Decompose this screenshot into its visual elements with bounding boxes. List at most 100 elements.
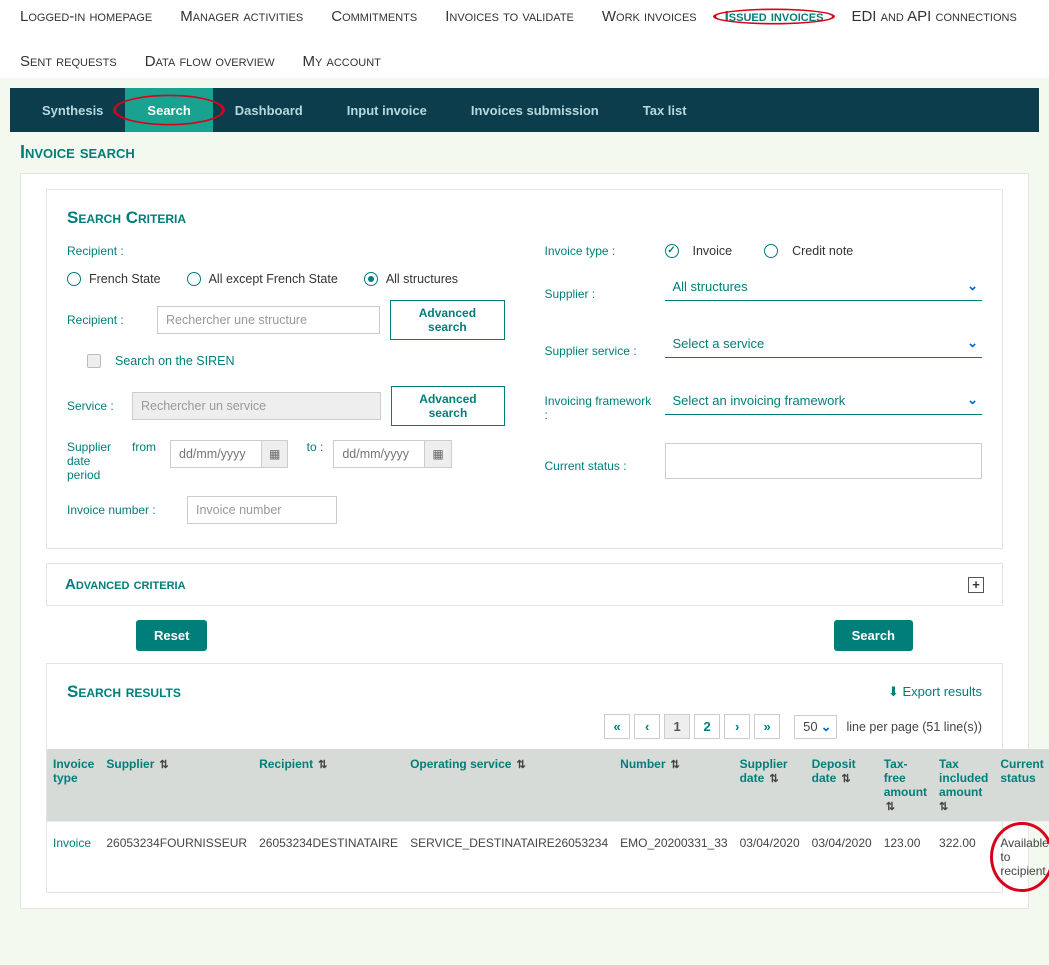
- tab-dashboard[interactable]: Dashboard: [213, 88, 325, 132]
- radio-all-structures[interactable]: [364, 272, 378, 286]
- table-row[interactable]: Invoice 26053234FOURNISSEUR 26053234DEST…: [47, 822, 1049, 893]
- results-title: Search results: [67, 682, 181, 702]
- invoice-type-label: Invoice type :: [545, 244, 655, 258]
- nav-my-account[interactable]: My account: [302, 53, 380, 70]
- top-nav: Logged-in homepage Manager activities Co…: [0, 0, 1049, 78]
- nav-data-flow[interactable]: Data flow overview: [145, 53, 275, 70]
- nav-homepage[interactable]: Logged-in homepage: [20, 8, 152, 25]
- sub-nav: Synthesis Search Dashboard Input invoice…: [10, 88, 1039, 132]
- col-recipient[interactable]: Recipient ⇅: [253, 749, 404, 822]
- sort-icon[interactable]: ⇅: [156, 759, 168, 771]
- supplier-date-label: Supplier date period: [67, 440, 122, 482]
- check-invoice[interactable]: [665, 244, 679, 258]
- expand-icon[interactable]: +: [968, 577, 984, 593]
- chevron-down-icon: ⌄: [967, 278, 978, 294]
- siren-label: Search on the SIREN: [115, 354, 235, 368]
- supplier-service-label: Supplier service :: [545, 344, 655, 358]
- col-invoice-type[interactable]: Invoice type: [47, 749, 100, 822]
- status-label: Current status :: [545, 459, 655, 473]
- supplier-label: Supplier :: [545, 287, 655, 301]
- page-next-button[interactable]: ›: [724, 714, 750, 739]
- siren-checkbox[interactable]: [87, 354, 101, 368]
- tab-tax-list[interactable]: Tax list: [621, 88, 709, 132]
- page-last-button[interactable]: »: [754, 714, 780, 739]
- cell-dep-date: 03/04/2020: [806, 822, 878, 893]
- col-current-status[interactable]: Current status: [994, 749, 1049, 822]
- col-operating-service[interactable]: Operating service ⇅: [404, 749, 614, 822]
- invoice-number-input[interactable]: [187, 496, 337, 524]
- framework-label: Invoicing framework :: [545, 394, 655, 422]
- col-supplier[interactable]: Supplier ⇅: [100, 749, 253, 822]
- date-from-input[interactable]: [171, 441, 261, 467]
- cell-sup-date: 03/04/2020: [734, 822, 806, 893]
- recipient-label: Recipient :: [67, 244, 147, 258]
- cell-type: Invoice: [47, 822, 100, 893]
- page-2-button[interactable]: 2: [694, 714, 720, 739]
- calendar-icon[interactable]: ▦: [424, 441, 450, 467]
- results-panel: Search results ⬇ Export results « ‹ 1 2 …: [46, 663, 1003, 893]
- date-from[interactable]: ▦: [170, 440, 288, 468]
- service-adv-search-button[interactable]: Advanced search: [391, 386, 504, 426]
- advanced-criteria-bar[interactable]: Advanced criteria +: [46, 563, 1003, 606]
- col-number[interactable]: Number ⇅: [614, 749, 733, 822]
- col-tax-included[interactable]: Tax included amount ⇅: [933, 749, 994, 822]
- radio-french-state[interactable]: [67, 272, 81, 286]
- framework-select[interactable]: Select an invoicing framework ⌄: [665, 386, 983, 415]
- recipient-adv-search-button[interactable]: Advanced search: [390, 300, 504, 340]
- calendar-icon[interactable]: ▦: [261, 441, 287, 467]
- date-to[interactable]: ▦: [333, 440, 451, 468]
- nav-edi-api[interactable]: EDI and API connections: [851, 8, 1016, 25]
- chevron-down-icon: ⌄: [967, 392, 978, 408]
- invoice-number-label: Invoice number :: [67, 503, 177, 517]
- sort-icon[interactable]: ⇅: [838, 773, 850, 785]
- chevron-down-icon: ⌄: [967, 335, 978, 351]
- page-prev-button[interactable]: ‹: [634, 714, 660, 739]
- date-to-input[interactable]: [334, 441, 424, 467]
- tab-input-invoice[interactable]: Input invoice: [325, 88, 449, 132]
- page-1-button[interactable]: 1: [664, 714, 690, 739]
- sort-icon[interactable]: ⇅: [939, 801, 948, 813]
- sort-icon[interactable]: ⇅: [886, 801, 895, 813]
- radio-all-except[interactable]: [187, 272, 201, 286]
- sort-icon[interactable]: ⇅: [513, 759, 525, 771]
- search-button[interactable]: Search: [834, 620, 913, 651]
- nav-work-invoices[interactable]: Work invoices: [602, 8, 697, 25]
- supplier-service-select[interactable]: Select a service ⌄: [665, 329, 983, 358]
- to-label: to :: [298, 440, 323, 454]
- framework-value: Select an invoicing framework: [673, 393, 846, 408]
- col-deposit-date[interactable]: Deposit date ⇅: [806, 749, 878, 822]
- nav-issued-invoices[interactable]: Issued invoices: [725, 8, 824, 25]
- search-panel: Search Criteria Recipient : French State…: [20, 173, 1029, 909]
- criteria-title: Search Criteria: [67, 208, 982, 228]
- check-invoice-label: Invoice: [693, 244, 733, 258]
- check-credit-note-label: Credit note: [792, 244, 853, 258]
- sort-icon[interactable]: ⇅: [766, 773, 778, 785]
- nav-commitments[interactable]: Commitments: [331, 8, 417, 25]
- col-supplier-date[interactable]: Supplier date ⇅: [734, 749, 806, 822]
- page-title: Invoice search: [20, 142, 1029, 163]
- radio-all-structures-label: All structures: [386, 272, 458, 286]
- radio-french-state-label: French State: [89, 272, 161, 286]
- supplier-select[interactable]: All structures ⌄: [665, 272, 983, 301]
- advanced-criteria-title: Advanced criteria: [65, 576, 186, 593]
- nav-sent-requests[interactable]: Sent requests: [20, 53, 117, 70]
- from-label: from: [132, 440, 160, 454]
- check-credit-note[interactable]: [764, 244, 778, 258]
- tab-invoices-submission[interactable]: Invoices submission: [449, 88, 621, 132]
- nav-manager[interactable]: Manager activities: [180, 8, 303, 25]
- service-label: Service :: [67, 399, 122, 413]
- chevron-down-icon: ⌄: [821, 719, 832, 735]
- export-results-link[interactable]: ⬇ Export results: [888, 684, 982, 700]
- nav-invoices-validate[interactable]: Invoices to validate: [445, 8, 574, 25]
- recipient-input[interactable]: [157, 306, 380, 334]
- sort-icon[interactable]: ⇅: [315, 759, 327, 771]
- col-tax-free[interactable]: Tax-free amount ⇅: [878, 749, 933, 822]
- status-input[interactable]: [665, 443, 983, 479]
- reset-button[interactable]: Reset: [136, 620, 207, 651]
- tab-synthesis[interactable]: Synthesis: [20, 88, 125, 132]
- tab-search[interactable]: Search: [125, 88, 212, 132]
- per-page-select[interactable]: 50⌄: [794, 715, 836, 739]
- page-first-button[interactable]: «: [604, 714, 630, 739]
- recipient-search-label: Recipient :: [67, 313, 147, 327]
- sort-icon[interactable]: ⇅: [668, 759, 680, 771]
